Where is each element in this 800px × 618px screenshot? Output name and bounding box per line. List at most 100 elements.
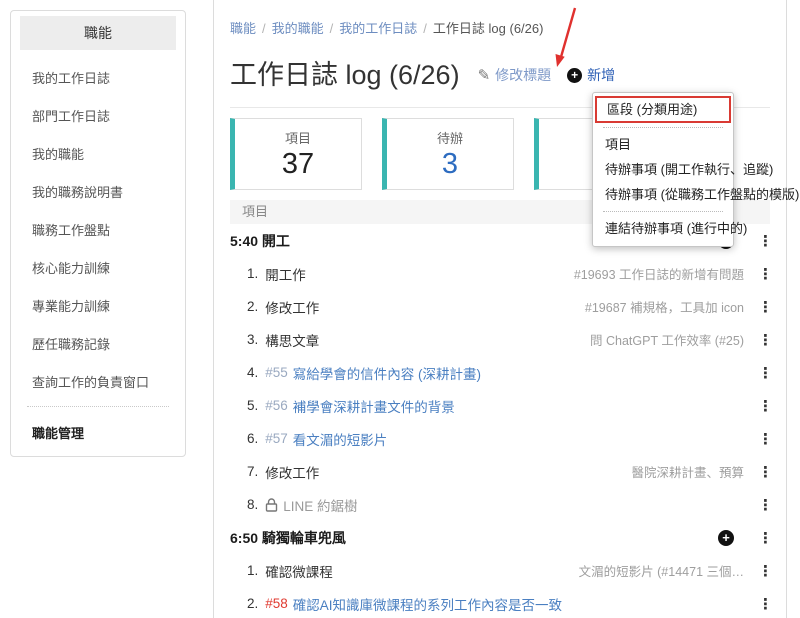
kebab-menu-icon[interactable]: ⋮ bbox=[758, 265, 770, 283]
item-ref: #55 bbox=[265, 365, 288, 380]
edit-title-label: 修改標題 bbox=[495, 65, 551, 85]
item-ref: #58 bbox=[265, 596, 288, 611]
list-item: 7. 修改工作 醫院深耕計畫、預算 ⋮ bbox=[230, 455, 770, 488]
item-link[interactable]: 確認AI知識庫微課程的系列工作內容是否一致 bbox=[293, 594, 562, 614]
sidebar-item[interactable]: 我的職能 bbox=[11, 134, 185, 172]
menu-divider bbox=[603, 127, 723, 128]
add-menu-item-highlighted[interactable]: 區段 (分類用途) bbox=[595, 96, 731, 123]
item-number: 8. bbox=[247, 497, 258, 512]
breadcrumb-current: 工作日誌 log (6/26) bbox=[433, 21, 544, 36]
item-note: 問 ChatGPT 工作效率 (#25) bbox=[590, 330, 744, 349]
breadcrumb-link[interactable]: 職能 bbox=[230, 21, 256, 36]
item-table-body: 5:40 開工 + ⋮ 1. 開工作 #19693 工作日誌的新增有問題 ⋮ 2. 修改工作 #1… bbox=[230, 224, 770, 618]
item-link[interactable]: 補學會深耕計畫文件的背景 bbox=[293, 396, 455, 416]
item-ref: #56 bbox=[265, 398, 288, 413]
kebab-menu-icon[interactable]: ⋮ bbox=[758, 562, 770, 580]
item-number: 3. bbox=[247, 332, 258, 347]
item-number: 2. bbox=[247, 596, 258, 611]
plus-circle-icon: + bbox=[567, 68, 582, 83]
add-menu-item[interactable]: 待辦事項 (開工作執行、追蹤) bbox=[593, 157, 733, 182]
item-note: 文湄的短影片 (#14471 三個… bbox=[579, 561, 744, 580]
breadcrumb-separator: / bbox=[423, 21, 427, 36]
stat-value: 3 bbox=[387, 148, 513, 181]
section-title: 5:40 開工 bbox=[230, 231, 290, 251]
list-item: 2. #58 確認AI知識庫微課程的系列工作內容是否一致 ⋮ bbox=[230, 587, 770, 618]
breadcrumb-link[interactable]: 我的職能 bbox=[272, 21, 324, 36]
stat-label: 待辦 bbox=[387, 128, 513, 147]
sidebar-item[interactable]: 查詢工作的負責窗口 bbox=[11, 362, 185, 400]
item-note: #19693 工作日誌的新增有問題 bbox=[574, 264, 744, 283]
item-link[interactable]: 看文湄的短影片 bbox=[293, 429, 388, 449]
list-item: 1. 開工作 #19693 工作日誌的新增有問題 ⋮ bbox=[230, 257, 770, 290]
add-item-icon[interactable]: + bbox=[718, 530, 734, 546]
page: 職能 我的工作日誌部門工作日誌我的職能我的職務說明書職務工作盤點核心能力訓練專業… bbox=[0, 0, 800, 618]
stat-card: 項目37 bbox=[230, 118, 362, 190]
stat-label: 項目 bbox=[235, 128, 361, 147]
item-number: 4. bbox=[247, 365, 258, 380]
kebab-menu-icon[interactable]: ⋮ bbox=[758, 232, 770, 250]
add-button[interactable]: + 新增 bbox=[567, 65, 615, 85]
kebab-menu-icon[interactable]: ⋮ bbox=[758, 331, 770, 349]
item-title: 開工作 bbox=[265, 264, 306, 284]
edit-title-button[interactable]: ✎ 修改標題 bbox=[478, 65, 552, 85]
kebab-menu-icon[interactable]: ⋮ bbox=[758, 463, 770, 481]
sidebar-item[interactable]: 部門工作日誌 bbox=[11, 96, 185, 134]
sidebar-divider bbox=[27, 406, 169, 407]
add-button-label: 新增 bbox=[587, 65, 615, 85]
title-row: 工作日誌 log (6/26) ✎ 修改標題 + 新增 bbox=[230, 57, 770, 93]
list-item: 6. #57 看文湄的短影片 ⋮ bbox=[230, 422, 770, 455]
item-ref: #57 bbox=[265, 431, 288, 446]
sidebar-item[interactable]: 我的職務說明書 bbox=[11, 172, 185, 210]
list-item: 8. LINE 約鋸樹 ⋮ bbox=[230, 488, 770, 521]
sidebar: 職能 我的工作日誌部門工作日誌我的職能我的職務說明書職務工作盤點核心能力訓練專業… bbox=[10, 10, 186, 457]
sidebar-item-management[interactable]: 職能管理 bbox=[11, 413, 185, 444]
item-number: 6. bbox=[247, 431, 258, 446]
kebab-menu-icon[interactable]: ⋮ bbox=[758, 397, 770, 415]
sidebar-item[interactable]: 職務工作盤點 bbox=[11, 210, 185, 248]
sidebar-item[interactable]: 歷任職務記錄 bbox=[11, 324, 185, 362]
list-item: 4. #55 寫給學會的信件內容 (深耕計畫) ⋮ bbox=[230, 356, 770, 389]
breadcrumb-separator: / bbox=[262, 21, 266, 36]
add-menu-item[interactable]: 連結待辦事項 (進行中的) bbox=[593, 216, 733, 241]
menu-divider bbox=[603, 211, 723, 212]
kebab-menu-icon[interactable]: ⋮ bbox=[758, 529, 770, 547]
list-item: 1. 確認微課程 文湄的短影片 (#14471 三個… ⋮ bbox=[230, 554, 770, 587]
section-header: 6:50 騎獨輪車兜風 + ⋮ bbox=[230, 521, 770, 554]
breadcrumb-link[interactable]: 我的工作日誌 bbox=[339, 21, 417, 36]
item-link[interactable]: 寫給學會的信件內容 (深耕計畫) bbox=[293, 363, 481, 383]
item-title: 修改工作 bbox=[265, 462, 319, 482]
add-menu-item[interactable]: 項目 bbox=[593, 132, 733, 157]
lock-icon bbox=[265, 498, 278, 512]
breadcrumb: 職能 / 我的職能 / 我的工作日誌 / 工作日誌 log (6/26) bbox=[230, 21, 770, 37]
sidebar-header: 職能 bbox=[20, 16, 176, 50]
item-number: 2. bbox=[247, 299, 258, 314]
section-title: 6:50 騎獨輪車兜風 bbox=[230, 528, 346, 548]
breadcrumb-separator: / bbox=[330, 21, 334, 36]
item-number: 1. bbox=[247, 266, 258, 281]
item-number: 5. bbox=[247, 398, 258, 413]
kebab-menu-icon[interactable]: ⋮ bbox=[758, 595, 770, 613]
item-title: 修改工作 bbox=[265, 297, 319, 317]
kebab-menu-icon[interactable]: ⋮ bbox=[758, 364, 770, 382]
sidebar-item[interactable]: 核心能力訓練 bbox=[11, 248, 185, 286]
item-number: 1. bbox=[247, 563, 258, 578]
add-menu: 區段 (分類用途) 項目待辦事項 (開工作執行、追蹤)待辦事項 (從職務工作盤點的… bbox=[592, 92, 734, 247]
item-title-muted: LINE 約鋸樹 bbox=[283, 495, 357, 515]
pencil-icon: ✎ bbox=[478, 66, 491, 84]
list-item: 2. 修改工作 #19687 補規格，工具加 icon ⋮ bbox=[230, 290, 770, 323]
list-item: 3.構思文章問 ChatGPT 工作效率 (#25)⋮ bbox=[230, 323, 770, 356]
sidebar-item[interactable]: 專業能力訓練 bbox=[11, 286, 185, 324]
list-item: 5. #56 補學會深耕計畫文件的背景 ⋮ bbox=[230, 389, 770, 422]
sidebar-item[interactable]: 我的工作日誌 bbox=[11, 58, 185, 96]
stat-card: 待辦3 bbox=[382, 118, 514, 190]
add-menu-item[interactable]: 待辦事項 (從職務工作盤點的模版) bbox=[593, 182, 733, 207]
page-title: 工作日誌 log (6/26) bbox=[230, 57, 460, 93]
item-title: 確認微課程 bbox=[265, 561, 333, 581]
kebab-menu-icon[interactable]: ⋮ bbox=[758, 496, 770, 514]
sidebar-menu: 我的工作日誌部門工作日誌我的職能我的職務說明書職務工作盤點核心能力訓練專業能力訓… bbox=[11, 58, 185, 400]
item-note: 醫院深耕計畫、預算 bbox=[631, 462, 744, 481]
kebab-menu-icon[interactable]: ⋮ bbox=[758, 298, 770, 316]
kebab-menu-icon[interactable]: ⋮ bbox=[758, 430, 770, 448]
item-number: 7. bbox=[247, 464, 258, 479]
item-note: #19687 補規格，工具加 icon bbox=[585, 297, 744, 316]
